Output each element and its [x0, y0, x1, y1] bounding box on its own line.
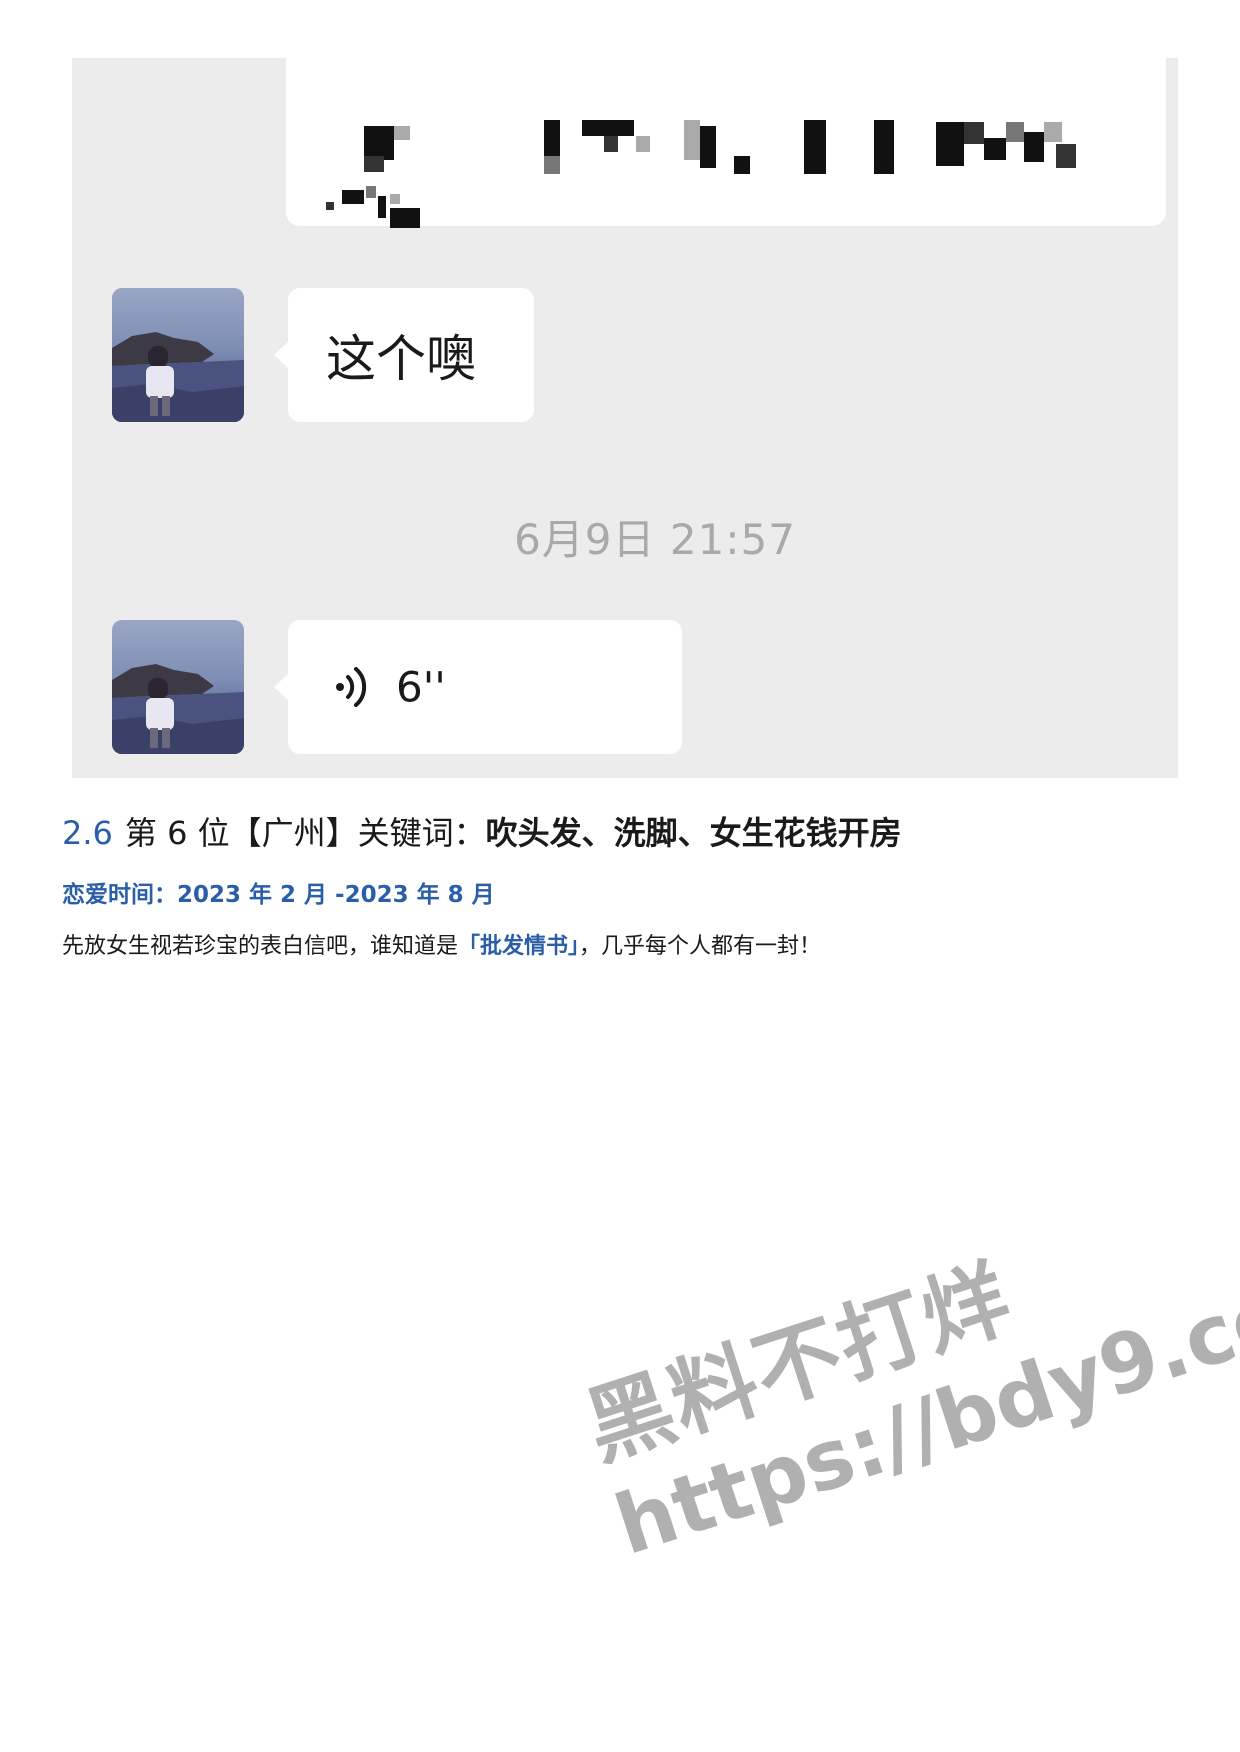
section-title-keywords: 吹头发、洗脚、女生花钱开房 — [485, 814, 902, 852]
section-number: 2.6 — [62, 814, 113, 852]
relationship-period: 恋爱时间：2023 年 2 月 -2023 年 8 月 — [62, 882, 495, 908]
contact-avatar[interactable] — [112, 620, 244, 754]
contact-avatar[interactable] — [112, 288, 244, 422]
voice-duration: 6'' — [396, 662, 446, 712]
body-paragraph: 先放女生视若珍宝的表白信吧，谁知道是「批发情书」，几乎每个人都有一封！ — [62, 928, 821, 960]
censored-message-bubble — [286, 58, 1166, 228]
voice-wave-icon — [336, 667, 367, 707]
section-title-prefix: 第 6 位【广州】关键词： — [124, 814, 486, 852]
paragraph-highlight: 「批发情书」 — [458, 934, 580, 959]
chat-screenshot: 这个噢 6月9日 21:57 6'' — [72, 58, 1178, 778]
voice-message-bubble[interactable]: 6'' — [274, 620, 682, 754]
section-heading: 2.6 第 6 位【广州】关键词：吹头发、洗脚、女生花钱开房 — [62, 808, 902, 854]
text-message-bubble[interactable]: 这个噢 — [274, 288, 534, 422]
message-timestamp: 6月9日 21:57 — [514, 515, 796, 564]
paragraph-text: 先放女生视若珍宝的表白信吧，谁知道是 — [62, 934, 459, 959]
message-text: 这个噢 — [326, 330, 476, 388]
watermark: 黑料不打烊 https://bdy9.co — [548, 1178, 1240, 1577]
paragraph-text-end: ，几乎每个人都有一封！ — [579, 934, 822, 959]
